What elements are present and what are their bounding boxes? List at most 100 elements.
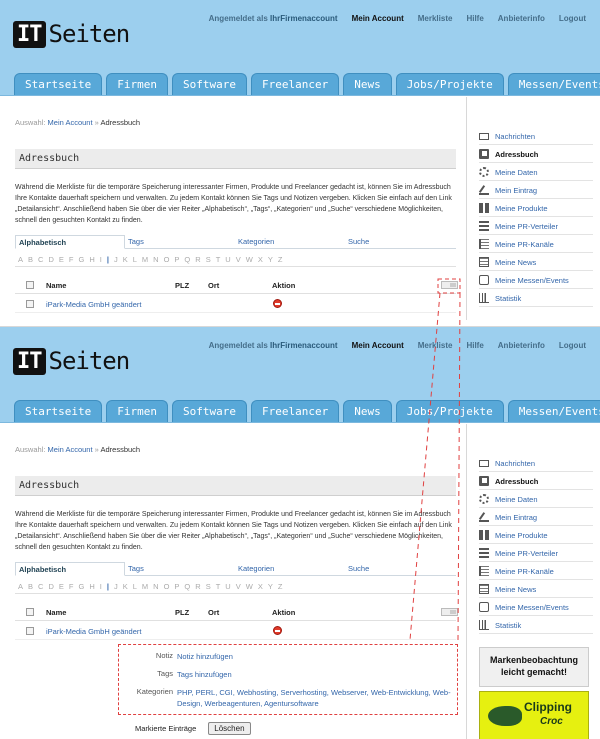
alphabet-letter[interactable]: I <box>100 252 102 266</box>
alphabet-letter[interactable]: S <box>206 252 211 266</box>
logout-link[interactable]: Logout <box>559 14 586 23</box>
sidebar-item-pr-kanaele[interactable]: Meine PR-Kanäle <box>479 563 554 579</box>
logout-link[interactable]: Logout <box>559 341 586 350</box>
alphabet-letter[interactable]: N <box>153 579 158 593</box>
alphabet-letter[interactable]: Z <box>278 252 283 266</box>
detail-toggle-icon[interactable] <box>441 608 458 616</box>
row-checkbox[interactable] <box>26 627 34 635</box>
tab-jobs-projekte[interactable]: Jobs/Projekte <box>395 400 504 422</box>
sidebar-item-messen-events[interactable]: Meine Messen/Events <box>479 599 569 615</box>
sidebar-item-statistik[interactable]: Statistik <box>479 290 521 306</box>
alphabet-letter[interactable]: O <box>164 579 170 593</box>
sidebar-item-nachrichten[interactable]: Nachrichten <box>479 128 535 144</box>
sidebar-item-pr-verteiler[interactable]: Meine PR-Verteiler <box>479 545 558 561</box>
alphabet-letter[interactable]: E <box>59 579 64 593</box>
alphabet-letter[interactable]: Z <box>278 579 283 593</box>
category-links[interactable]: PHP, PERL, CGI, Webhosting, Serverhostin… <box>177 687 457 709</box>
tab-news[interactable]: News <box>343 73 392 95</box>
alphabet-letter[interactable]: X <box>258 579 263 593</box>
filter-tab-alphabetisch[interactable]: Alphabetisch <box>15 235 125 249</box>
alphabet-letter[interactable]: D <box>48 579 53 593</box>
sidebar-item-mein-eintrag[interactable]: Mein Eintrag <box>479 182 537 198</box>
alphabet-letter[interactable]: W <box>246 252 253 266</box>
tab-news[interactable]: News <box>343 400 392 422</box>
alphabet-letter[interactable]: B <box>28 579 33 593</box>
alphabet-letter[interactable]: G <box>78 252 84 266</box>
add-note-link[interactable]: Notiz hinzufügen <box>177 651 457 662</box>
tab-jobs-projekte[interactable]: Jobs/Projekte <box>395 73 504 95</box>
delete-icon[interactable] <box>273 626 282 635</box>
filter-tab-tags[interactable]: Tags <box>125 562 235 575</box>
alphabet-letter[interactable]: I <box>100 579 102 593</box>
alphabet-letter[interactable]: E <box>59 252 64 266</box>
alphabet-letter[interactable]: K <box>123 579 128 593</box>
alphabet-letter[interactable]: D <box>48 252 53 266</box>
alphabet-letter[interactable]: U <box>225 579 230 593</box>
alphabet-letter[interactable]: B <box>28 252 33 266</box>
filter-tab-alphabetisch[interactable]: Alphabetisch <box>15 562 125 576</box>
tab-freelancer[interactable]: Freelancer <box>250 73 340 95</box>
delete-button[interactable]: Löschen <box>208 722 251 735</box>
alphabet-letter[interactable]: T <box>216 252 221 266</box>
merkliste-link[interactable]: Merkliste <box>418 14 453 23</box>
delete-icon[interactable] <box>273 299 282 308</box>
sidebar-item-pr-kanaele[interactable]: Meine PR-Kanäle <box>479 236 554 252</box>
detail-toggle-icon[interactable] <box>441 281 458 289</box>
sidebar-item-mein-eintrag[interactable]: Mein Eintrag <box>479 509 537 525</box>
sidebar-item-nachrichten[interactable]: Nachrichten <box>479 455 535 471</box>
hilfe-link[interactable]: Hilfe <box>466 14 483 23</box>
alphabet-letter[interactable]: C <box>38 252 43 266</box>
alphabet-letter[interactable]: T <box>216 579 221 593</box>
merkliste-link[interactable]: Merkliste <box>418 341 453 350</box>
alphabet-letter[interactable]: R <box>195 579 200 593</box>
alphabet-letter[interactable]: P <box>174 252 179 266</box>
alphabet-letter[interactable]: W <box>246 579 253 593</box>
my-account-link[interactable]: Mein Account <box>352 14 404 23</box>
select-all-checkbox[interactable] <box>26 608 34 616</box>
row-name-link[interactable]: iPark-Media GmbH geändert <box>46 627 141 636</box>
tab-firmen[interactable]: Firmen <box>106 400 168 422</box>
alphabet-letter[interactable]: A <box>18 252 23 266</box>
tab-freelancer[interactable]: Freelancer <box>250 400 340 422</box>
alphabet-letter[interactable]: Q <box>184 252 190 266</box>
alphabet-letter[interactable]: X <box>258 252 263 266</box>
sidebar-item-meine-news[interactable]: Meine News <box>479 254 536 270</box>
filter-tab-suche[interactable]: Suche <box>345 562 455 575</box>
site-logo[interactable]: IT Seiten <box>13 20 130 48</box>
alphabet-letter[interactable]: L <box>133 579 137 593</box>
sidebar-item-meine-produkte[interactable]: Meine Produkte <box>479 200 548 216</box>
alphabet-letter[interactable]: M <box>142 579 148 593</box>
alphabet-letter[interactable]: A <box>18 579 23 593</box>
alphabet-letter[interactable]: P <box>174 579 179 593</box>
alphabet-letter[interactable]: O <box>164 252 170 266</box>
anbieterinfo-link[interactable]: Anbieterinfo <box>498 14 545 23</box>
tab-firmen[interactable]: Firmen <box>106 73 168 95</box>
alphabet-letter[interactable]: Y <box>268 579 273 593</box>
tab-startseite[interactable]: Startseite <box>14 400 103 422</box>
alphabet-letter[interactable]: U <box>225 252 230 266</box>
sidebar-item-statistik[interactable]: Statistik <box>479 617 521 633</box>
filter-tab-suche[interactable]: Suche <box>345 235 455 248</box>
alphabet-letter[interactable]: H <box>89 579 94 593</box>
advertisement[interactable]: Markenbeobachtung leicht gemacht! Clippi… <box>479 647 589 739</box>
tab-messen-events[interactable]: Messen/Events <box>507 400 600 422</box>
alphabet-letter[interactable]: K <box>123 252 128 266</box>
sidebar-item-adressbuch[interactable]: Adressbuch <box>479 146 538 162</box>
username-link[interactable]: IhrFirmenaccount <box>270 341 338 350</box>
sidebar-item-messen-events[interactable]: Meine Messen/Events <box>479 272 569 288</box>
sidebar-item-meine-news[interactable]: Meine News <box>479 581 536 597</box>
row-checkbox[interactable] <box>26 300 34 308</box>
alphabet-letter[interactable]: V <box>236 252 241 266</box>
alphabet-letter[interactable]: C <box>38 579 43 593</box>
alphabet-letter[interactable]: S <box>206 579 211 593</box>
filter-tab-tags[interactable]: Tags <box>125 235 235 248</box>
breadcrumb-link-account[interactable]: Mein Account <box>48 445 93 454</box>
alphabet-letter[interactable]: F <box>69 579 74 593</box>
sidebar-item-meine-daten[interactable]: Meine Daten <box>479 491 538 507</box>
tab-startseite[interactable]: Startseite <box>14 73 103 95</box>
alphabet-letter[interactable]: J <box>114 579 118 593</box>
breadcrumb-link-account[interactable]: Mein Account <box>48 118 93 127</box>
alphabet-letter[interactable]: N <box>153 252 158 266</box>
alphabet-letter[interactable]: L <box>133 252 137 266</box>
alphabet-letter[interactable]: R <box>195 252 200 266</box>
